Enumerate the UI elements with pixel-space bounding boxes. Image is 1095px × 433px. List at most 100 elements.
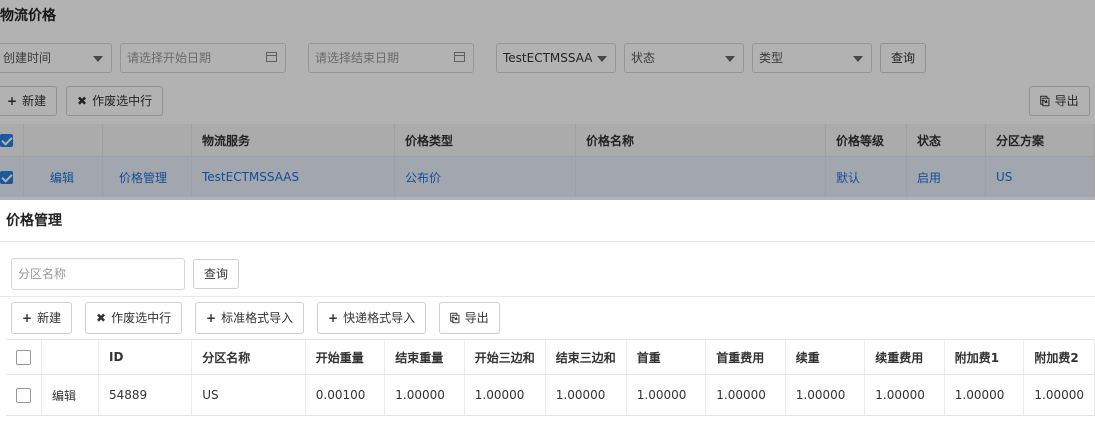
zone-name-placeholder: 分区名称 bbox=[18, 267, 67, 281]
void-button[interactable]: ✖ 作废选中行 bbox=[66, 86, 164, 116]
express-import-button[interactable]: + 快递格式导入 bbox=[317, 302, 427, 334]
header-start-dims: 开始三边和 bbox=[464, 339, 546, 375]
create-time-label: 创建时间 bbox=[3, 51, 52, 65]
service-cell: TestECTMSSAAS bbox=[191, 156, 395, 197]
header-price-name: 价格名称 bbox=[575, 124, 826, 157]
zone-name-cell: US bbox=[191, 374, 306, 416]
customer-select[interactable]: TestECTMSSAA bbox=[496, 43, 616, 73]
edit-link[interactable]: 编辑 bbox=[41, 374, 99, 416]
extra-fee-cell: 1.00000 bbox=[864, 374, 945, 416]
void-label: 作废选中行 bbox=[92, 94, 153, 108]
level-cell: 默认 bbox=[825, 156, 907, 197]
price-type-cell: 公布价 bbox=[394, 156, 576, 197]
table-header-row: ID 分区名称 开始重量 结束重量 开始三边和 结束三边和 首重 首重费用 续重… bbox=[6, 339, 1095, 375]
price-list-table: 物流服务 价格类型 价格名称 价格等级 状态 分区方案 编辑 价格管理 Test… bbox=[0, 124, 1095, 197]
row-select-cell bbox=[6, 374, 42, 416]
header-id: ID bbox=[98, 339, 193, 375]
header-cell bbox=[23, 124, 103, 157]
modal-void-label: 作废选中行 bbox=[111, 311, 172, 325]
zone-name-search-input[interactable]: 分区名称 bbox=[11, 258, 185, 290]
export-button[interactable]: ⎘ 导出 bbox=[1029, 86, 1090, 116]
zone-cell: US bbox=[985, 156, 1095, 197]
select-all-cell bbox=[0, 124, 24, 157]
select-all-checkbox[interactable] bbox=[0, 134, 13, 147]
modal-new-button[interactable]: + 新建 bbox=[11, 302, 73, 334]
table-row[interactable]: 编辑 价格管理 TestECTMSSAAS 公布价 默认 启用 US bbox=[0, 156, 1095, 197]
row-checkbox[interactable] bbox=[16, 387, 31, 403]
header-surcharge-2: 附加费2 bbox=[1023, 339, 1095, 375]
id-cell: 54889 bbox=[98, 374, 193, 416]
header-level: 价格等级 bbox=[825, 124, 907, 157]
type-select[interactable]: 类型 bbox=[752, 43, 872, 73]
modal-void-button[interactable]: ✖ 作废选中行 bbox=[85, 302, 183, 334]
customer-value: TestECTMSSAA bbox=[503, 51, 593, 65]
modal-query-button[interactable]: 查询 bbox=[193, 259, 240, 289]
x-icon: ✖ bbox=[77, 94, 88, 108]
surcharge-2-cell: 1.00000 bbox=[1023, 374, 1095, 416]
header-extra-fee: 续重费用 bbox=[864, 339, 945, 375]
export-icon: ⎘ bbox=[1040, 94, 1050, 108]
header-zone: 分区方案 bbox=[985, 124, 1095, 157]
price-manage-link[interactable]: 价格管理 bbox=[102, 156, 192, 197]
start-dims-cell: 1.00000 bbox=[464, 374, 546, 416]
header-price-type: 价格类型 bbox=[394, 124, 576, 157]
select-all-cell bbox=[6, 339, 42, 375]
header-start-weight: 开始重量 bbox=[305, 339, 386, 375]
header-extra-weight: 续重 bbox=[785, 339, 866, 375]
type-label: 类型 bbox=[759, 51, 784, 65]
header-first-fee: 首重费用 bbox=[705, 339, 786, 375]
end-dims-cell: 1.00000 bbox=[545, 374, 627, 416]
plus-icon: + bbox=[22, 311, 33, 325]
query-button[interactable]: 查询 bbox=[880, 43, 927, 73]
standard-import-label: 标准格式导入 bbox=[221, 311, 294, 325]
express-import-label: 快递格式导入 bbox=[343, 311, 416, 325]
edit-link[interactable]: 编辑 bbox=[23, 156, 103, 197]
header-end-dims: 结束三边和 bbox=[545, 339, 627, 375]
header-cell bbox=[41, 339, 99, 375]
end-date-placeholder: 请选择结束日期 bbox=[315, 51, 400, 65]
status-label: 状态 bbox=[631, 51, 656, 65]
table-header-row: 物流服务 价格类型 价格名称 价格等级 状态 分区方案 bbox=[0, 124, 1095, 157]
x-icon: ✖ bbox=[96, 311, 107, 325]
create-time-select[interactable]: 创建时间 bbox=[0, 43, 112, 73]
start-date-placeholder: 请选择开始日期 bbox=[127, 51, 212, 65]
export-label: 导出 bbox=[1054, 94, 1079, 108]
table-row[interactable]: 编辑 54889 US 0.00100 1.00000 1.00000 1.00… bbox=[6, 374, 1095, 416]
plus-icon: + bbox=[7, 94, 18, 108]
start-weight-cell: 0.00100 bbox=[305, 374, 386, 416]
chevron-down-icon bbox=[725, 56, 735, 62]
row-checkbox[interactable] bbox=[0, 171, 13, 184]
header-surcharge-1: 附加费1 bbox=[944, 339, 1025, 375]
start-date-input[interactable]: 请选择开始日期 bbox=[120, 43, 286, 73]
header-status: 状态 bbox=[906, 124, 986, 157]
modal-new-label: 新建 bbox=[37, 311, 62, 325]
extra-weight-cell: 1.00000 bbox=[785, 374, 866, 416]
modal-query-label: 查询 bbox=[204, 267, 229, 281]
status-select[interactable]: 状态 bbox=[624, 43, 744, 73]
zone-price-table: ID 分区名称 开始重量 结束重量 开始三边和 结束三边和 首重 首重费用 续重… bbox=[6, 339, 1095, 416]
status-cell: 启用 bbox=[906, 156, 986, 197]
standard-import-button[interactable]: + 标准格式导入 bbox=[195, 302, 305, 334]
select-all-checkbox[interactable] bbox=[16, 349, 31, 365]
calendar-icon bbox=[454, 52, 465, 62]
header-service: 物流服务 bbox=[191, 124, 395, 157]
plus-icon: + bbox=[206, 311, 217, 325]
header-cell bbox=[102, 124, 192, 157]
price-manage-dialog: 价格管理 分区名称 查询 + 新建 ✖ 作废选中行 + 标准格式导入 + 快递格式导入 … bbox=[0, 201, 1095, 433]
header-zone-name: 分区名称 bbox=[191, 339, 306, 375]
plus-icon: + bbox=[328, 311, 339, 325]
first-fee-cell: 1.00000 bbox=[705, 374, 786, 416]
query-label: 查询 bbox=[891, 51, 916, 65]
chevron-down-icon bbox=[853, 56, 863, 62]
new-button[interactable]: + 新建 bbox=[0, 86, 58, 116]
background-page: 物流价格 创建时间 请选择开始日期 请选择结束日期 TestECTMSSAA 状… bbox=[0, 0, 1095, 200]
calendar-icon bbox=[266, 52, 277, 62]
new-label: 新建 bbox=[22, 94, 47, 108]
price-name-cell bbox=[575, 156, 826, 197]
modal-export-button[interactable]: ⎘ 导出 bbox=[439, 302, 500, 334]
modal-export-label: 导出 bbox=[464, 311, 489, 325]
end-weight-cell: 1.00000 bbox=[384, 374, 465, 416]
end-date-input[interactable]: 请选择结束日期 bbox=[308, 43, 474, 73]
header-first-weight: 首重 bbox=[626, 339, 707, 375]
divider bbox=[0, 296, 1095, 297]
